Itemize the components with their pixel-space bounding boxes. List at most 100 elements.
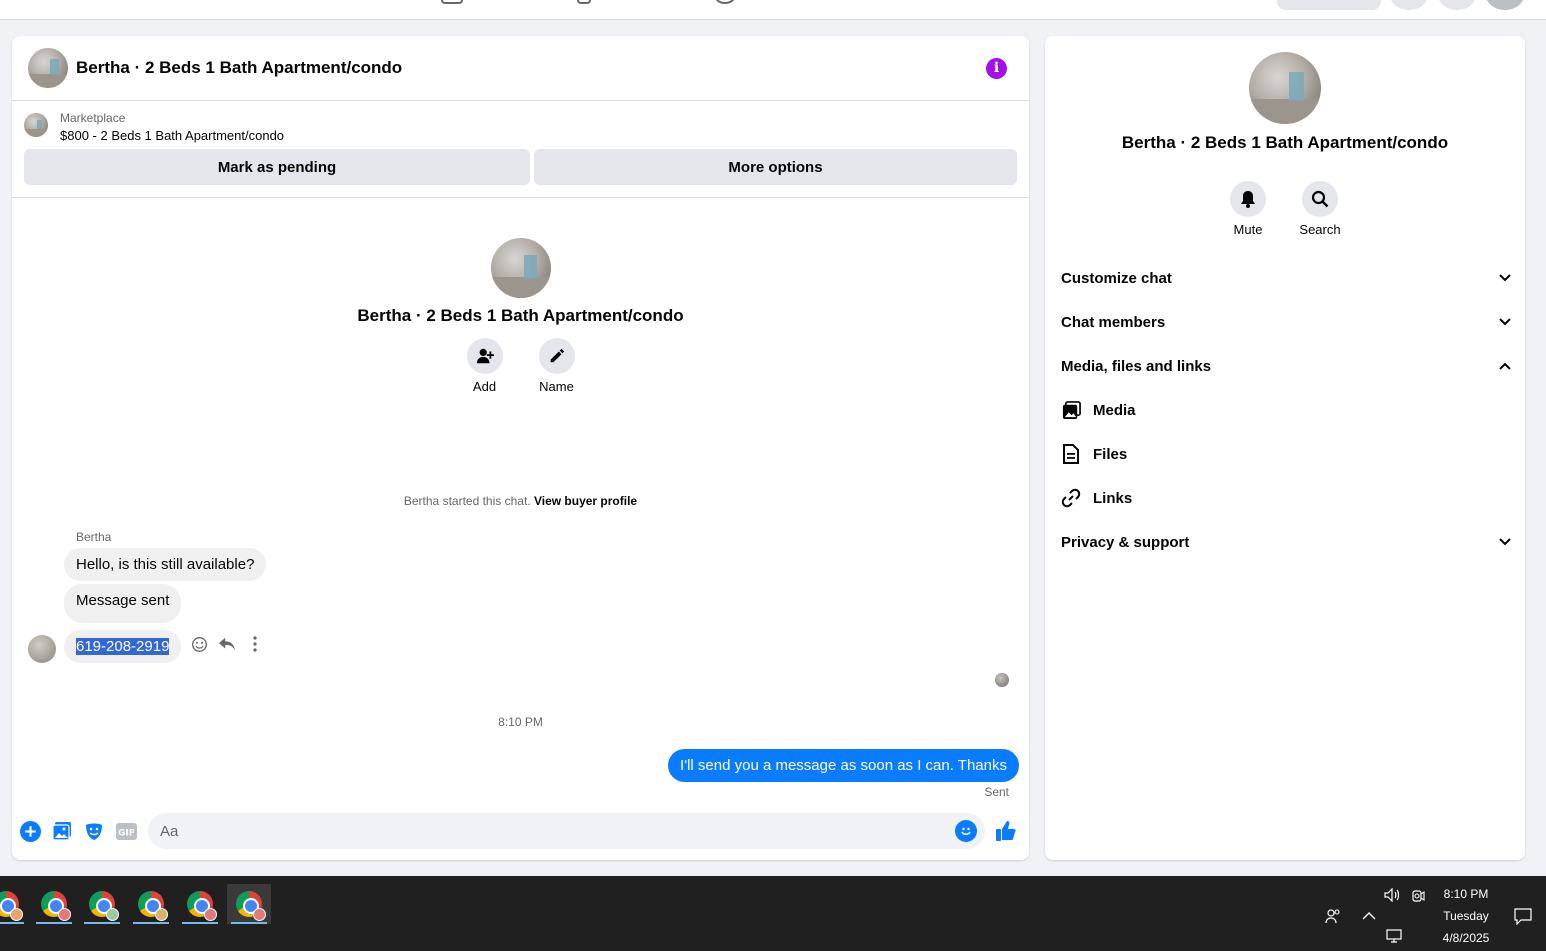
notification-icon[interactable] [1514, 908, 1532, 928]
message-thread: Bertha · 2 Beds 1 Bath Apartment/condo A… [12, 198, 1029, 810]
info-icon[interactable]: i [986, 58, 1007, 79]
attach-photo-icon[interactable] [51, 820, 73, 842]
listing-thumbnail[interactable] [24, 113, 48, 137]
panel-avatar[interactable] [1249, 52, 1321, 124]
chrome-icon [187, 891, 217, 921]
media-files-links-section[interactable]: Media, files and links [1061, 344, 1511, 388]
privacy-support-label: Privacy & support [1061, 533, 1190, 551]
add-label: Add [472, 379, 497, 394]
listing-price-title[interactable]: $800 - 2 Beds 1 Bath Apartment/condo [60, 128, 284, 143]
add-person-icon [476, 348, 494, 364]
account-avatar[interactable] [1486, 0, 1524, 10]
emoji-icon[interactable] [955, 820, 977, 842]
message-input[interactable] [160, 822, 940, 840]
chevron-down-icon [1499, 318, 1511, 326]
network-icon[interactable] [1386, 929, 1402, 946]
clock-day[interactable]: Tuesday [1436, 909, 1496, 923]
privacy-support-section[interactable]: Privacy & support [1061, 520, 1511, 564]
panel-conversation-name: Bertha · 2 Beds 1 Bath Apartment/condo [1121, 133, 1449, 152]
add-people-button[interactable]: Add [466, 338, 503, 394]
search-label: Search [1299, 222, 1341, 237]
outgoing-message[interactable]: I'll send you a message as soon as I can… [668, 749, 1019, 782]
search-button[interactable]: Search [1299, 181, 1341, 237]
bell-icon [1241, 191, 1255, 208]
image-icon [1061, 400, 1081, 420]
chrome-icon [41, 891, 71, 921]
chevron-up-icon[interactable] [1362, 908, 1376, 924]
chat-members-label: Chat members [1061, 313, 1166, 331]
top-navigation-bar [0, 0, 1546, 20]
customize-chat-label: Customize chat [1061, 269, 1172, 287]
mute-button[interactable]: Mute [1230, 181, 1266, 237]
media-files-links-label: Media, files and links [1061, 357, 1212, 375]
taskbar-chrome-app[interactable] [178, 884, 222, 924]
selected-phone-number[interactable]: 619-208-2919 [76, 638, 170, 655]
chat-title[interactable]: Bertha · 2 Beds 1 Bath Apartment/condo [76, 58, 402, 78]
menu-icon[interactable] [1390, 0, 1428, 10]
reply-icon[interactable] [218, 635, 236, 653]
pencil-icon [550, 348, 564, 363]
conversation-avatar[interactable] [490, 238, 551, 298]
clock-time[interactable]: 8:10 PM [1436, 887, 1496, 901]
more-vertical-icon[interactable] [246, 635, 264, 653]
mark-as-pending-button[interactable]: Mark as pending [24, 149, 530, 185]
meet-now-icon[interactable] [1411, 888, 1425, 907]
chat-avatar[interactable] [28, 48, 68, 88]
search-icon [1311, 190, 1329, 208]
files-item[interactable]: Files [1061, 432, 1511, 476]
marketplace-listing-bar: Marketplace $800 - 2 Beds 1 Bath Apartme… [12, 101, 1029, 198]
sticker-icon[interactable] [83, 820, 105, 842]
chevron-up-icon [1499, 362, 1511, 370]
incoming-message[interactable]: Message sent [64, 584, 182, 623]
incoming-message[interactable]: Hello, is this still available? [64, 548, 267, 581]
taskbar-chrome-app[interactable] [80, 884, 124, 924]
more-options-button[interactable]: More options [534, 149, 1017, 185]
thumbs-up-icon[interactable] [995, 820, 1017, 842]
create-pill-button[interactable] [1277, 0, 1381, 10]
link-icon [1061, 488, 1081, 508]
taskbar-chrome-app-active[interactable] [227, 884, 271, 924]
react-icon[interactable] [190, 635, 208, 653]
view-buyer-profile-link[interactable]: View buyer profile [534, 494, 637, 508]
message-actions [190, 635, 264, 653]
media-item[interactable]: Media [1061, 388, 1511, 432]
chat-window: Bertha · 2 Beds 1 Bath Apartment/condo i… [12, 36, 1029, 860]
chat-header: Bertha · 2 Beds 1 Bath Apartment/condo i [12, 36, 1029, 101]
message-input-wrapper [148, 813, 985, 849]
conversation-name: Bertha · 2 Beds 1 Bath Apartment/condo [357, 306, 684, 325]
customize-chat-section[interactable]: Customize chat [1061, 256, 1511, 300]
taskbar-chrome-app[interactable] [129, 884, 173, 924]
started-text: Bertha started this chat. [403, 494, 531, 508]
gaming-nav-icon[interactable] [715, 0, 735, 4]
chrome-icon [0, 891, 23, 921]
volume-icon[interactable] [1384, 887, 1402, 905]
links-item[interactable]: Links [1061, 476, 1511, 520]
taskbar-chrome-app[interactable] [32, 884, 76, 924]
groups-nav-icon[interactable] [577, 0, 591, 4]
edit-name-button[interactable]: Name [538, 338, 575, 394]
messenger-icon[interactable] [1438, 0, 1476, 10]
sent-status: Sent [984, 785, 1009, 799]
sender-avatar[interactable] [28, 635, 56, 663]
chrome-icon [89, 891, 119, 921]
file-icon [1061, 444, 1081, 464]
sender-name: Bertha [76, 530, 112, 544]
chat-members-section[interactable]: Chat members [1061, 300, 1511, 344]
chat-started-notice: Bertha started this chat. View buyer pro… [12, 494, 1029, 508]
links-label: Links [1093, 489, 1133, 507]
marketplace-nav-icon[interactable] [441, 0, 463, 4]
windows-taskbar: 8:10 PM Tuesday 4/8/2025 [0, 876, 1546, 951]
chrome-icon [138, 891, 168, 921]
read-receipt-avatar [995, 673, 1009, 687]
gif-icon[interactable]: GIF [115, 820, 137, 842]
chevron-down-icon [1499, 274, 1511, 282]
name-label: Name [539, 379, 574, 394]
clock-date[interactable]: 4/8/2025 [1433, 931, 1499, 945]
incoming-message[interactable]: 619-208-2919 [64, 630, 182, 663]
plus-circle-icon[interactable] [19, 820, 41, 842]
chrome-icon [236, 891, 266, 921]
taskbar-chrome-app[interactable] [0, 884, 28, 924]
people-icon[interactable] [1325, 908, 1341, 927]
files-label: Files [1093, 445, 1128, 463]
message-timestamp: 8:10 PM [498, 715, 543, 729]
